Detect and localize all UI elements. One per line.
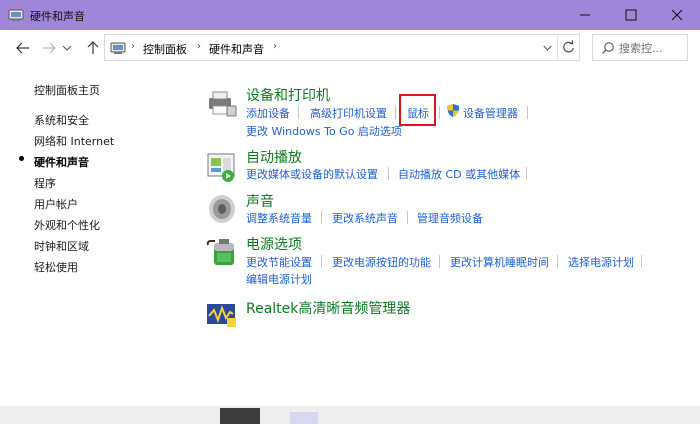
- autoplay-cd-link[interactable]: 自动播放 CD 或其他媒体: [398, 166, 520, 182]
- link-divider: [439, 106, 440, 119]
- shield-icon: [447, 104, 459, 117]
- printer-icon[interactable]: [205, 86, 239, 120]
- change-media-defaults-link[interactable]: 更改媒体或设备的默认设置: [246, 166, 378, 182]
- windows-to-go-link[interactable]: 更改 Windows To Go 启动选项: [246, 123, 402, 139]
- change-system-sounds-link[interactable]: 更改系统声音: [332, 210, 398, 226]
- realtek-icon[interactable]: [205, 298, 239, 332]
- maximize-button[interactable]: [608, 0, 654, 30]
- refresh-icon[interactable]: [557, 35, 579, 60]
- battery-icon[interactable]: [205, 235, 239, 269]
- control-panel-window: 硬件和声音 › 控制面板 › 硬件和声音 › 搜索控... 控制面板主页 系统和…: [0, 0, 700, 424]
- main-content: 设备和打印机 添加设备 高级打印机设置 鼠标 设备管理器 更改 Windows …: [190, 66, 700, 406]
- minimize-button[interactable]: [562, 0, 608, 30]
- link-divider: [407, 211, 408, 224]
- breadcrumb-separator-icon[interactable]: ›: [197, 41, 201, 52]
- navigation-bar: › 控制面板 › 硬件和声音 ›: [0, 30, 700, 66]
- taskbar-thumbnail: [290, 412, 318, 424]
- search-icon: [602, 42, 614, 54]
- sidebar-item-system-security[interactable]: 系统和安全: [34, 112, 89, 128]
- choose-power-plan-link[interactable]: 选择电源计划: [568, 254, 634, 270]
- search-box[interactable]: [592, 34, 688, 61]
- search-input[interactable]: [619, 39, 685, 57]
- control-panel-icon: [110, 42, 126, 54]
- breadcrumb-separator-icon[interactable]: ›: [131, 41, 135, 52]
- window-edge: [0, 310, 6, 324]
- sidebar-item-user-accounts[interactable]: 用户帐户: [34, 196, 78, 212]
- add-device-link[interactable]: 添加设备: [246, 105, 290, 121]
- link-divider: [395, 106, 396, 119]
- sidebar-item-programs[interactable]: 程序: [34, 175, 56, 191]
- forward-arrow-icon[interactable]: [38, 37, 60, 59]
- advanced-printer-settings-link[interactable]: 高级打印机设置: [310, 105, 387, 121]
- taskbar-thumbnail: [220, 408, 260, 424]
- adjust-volume-link[interactable]: 调整系统音量: [246, 210, 312, 226]
- change-sleep-time-link[interactable]: 更改计算机睡眠时间: [450, 254, 549, 270]
- up-arrow-icon[interactable]: [82, 37, 104, 59]
- current-item-bullet-icon: [19, 156, 24, 161]
- change-power-saving-link[interactable]: 更改节能设置: [246, 254, 312, 270]
- breadcrumb-separator-icon[interactable]: ›: [273, 41, 277, 52]
- link-divider: [298, 106, 299, 119]
- chevron-down-icon[interactable]: [537, 35, 557, 60]
- change-power-button-link[interactable]: 更改电源按钮的功能: [332, 254, 431, 270]
- edit-power-plan-link[interactable]: 编辑电源计划: [246, 271, 312, 287]
- link-divider: [439, 255, 440, 268]
- control-panel-icon: [8, 9, 24, 21]
- link-divider: [557, 255, 558, 268]
- title-bar[interactable]: 硬件和声音: [0, 0, 700, 30]
- close-button[interactable]: [654, 0, 700, 30]
- address-bar[interactable]: › 控制面板 › 硬件和声音 ›: [104, 34, 580, 61]
- autoplay-icon[interactable]: [205, 150, 239, 184]
- sound-title[interactable]: 声音: [246, 191, 274, 211]
- autoplay-title[interactable]: 自动播放: [246, 147, 302, 167]
- sidebar-item-hardware-sound[interactable]: 硬件和声音: [34, 154, 89, 170]
- sidebar: 控制面板主页 系统和安全 网络和 Internet 硬件和声音 程序 用户帐户 …: [0, 66, 190, 406]
- link-divider: [641, 255, 642, 268]
- sidebar-item-ease-of-access[interactable]: 轻松使用: [34, 259, 78, 275]
- mouse-link[interactable]: 鼠标: [407, 105, 429, 121]
- speaker-icon[interactable]: [205, 192, 239, 226]
- sidebar-item-clock-region[interactable]: 时钟和区域: [34, 238, 89, 254]
- sidebar-item-network[interactable]: 网络和 Internet: [34, 133, 114, 149]
- link-divider: [526, 167, 527, 180]
- window-title: 硬件和声音: [30, 10, 85, 23]
- back-arrow-icon[interactable]: [12, 37, 34, 59]
- breadcrumb-hardware-sound[interactable]: 硬件和声音: [209, 41, 264, 57]
- sidebar-item-home[interactable]: 控制面板主页: [34, 82, 100, 98]
- manage-audio-devices-link[interactable]: 管理音频设备: [417, 210, 483, 226]
- sidebar-item-appearance[interactable]: 外观和个性化: [34, 217, 100, 233]
- recent-locations-chevron-icon[interactable]: [60, 37, 74, 59]
- link-divider: [527, 106, 528, 119]
- link-divider: [321, 211, 322, 224]
- power-options-title[interactable]: 电源选项: [246, 234, 302, 254]
- link-divider: [321, 255, 322, 268]
- realtek-title[interactable]: Realtek高清晰音频管理器: [246, 298, 410, 318]
- devices-printers-title[interactable]: 设备和打印机: [246, 85, 330, 105]
- device-manager-link[interactable]: 设备管理器: [463, 105, 518, 121]
- breadcrumb-control-panel[interactable]: 控制面板: [143, 41, 187, 57]
- taskbar-strip: [0, 406, 700, 424]
- link-divider: [388, 167, 389, 180]
